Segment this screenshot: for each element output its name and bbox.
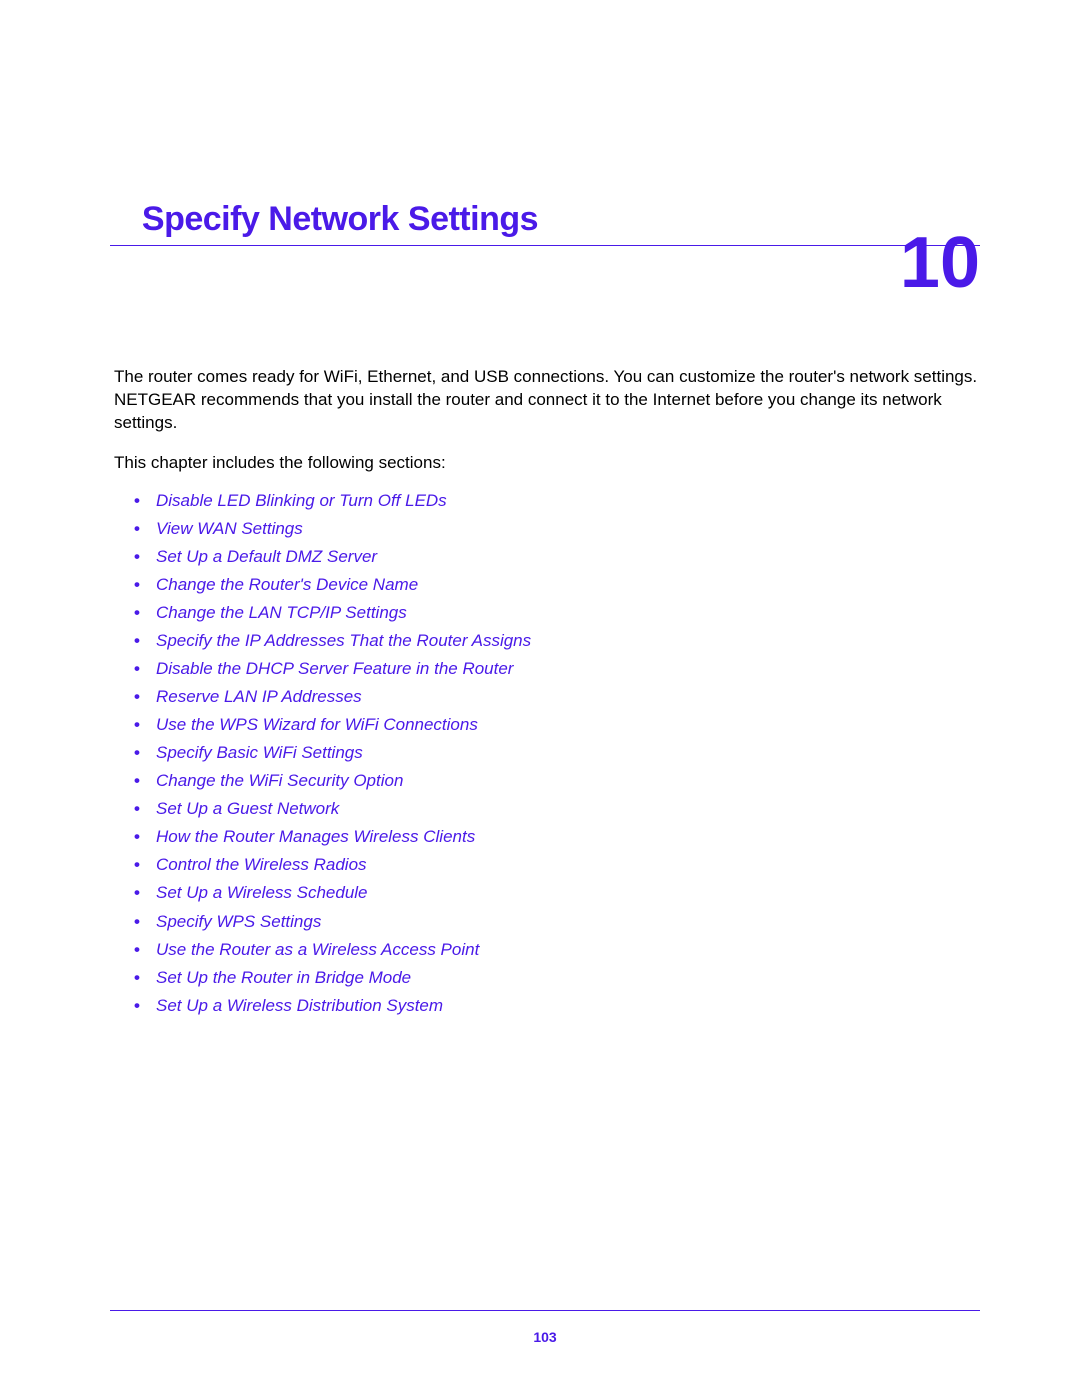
toc-link[interactable]: Change the LAN TCP/IP Settings bbox=[156, 603, 407, 622]
toc-link[interactable]: Change the WiFi Security Option bbox=[156, 771, 403, 790]
chapter-header: 10. Specify Network Settings 10 bbox=[110, 200, 980, 246]
toc-item: Change the WiFi Security Option bbox=[156, 767, 980, 795]
toc-item: Specify Basic WiFi Settings bbox=[156, 739, 980, 767]
toc-item: Specify WPS Settings bbox=[156, 908, 980, 936]
chapter-number: 10 bbox=[900, 245, 980, 281]
toc-item: Set Up a Wireless Distribution System bbox=[156, 992, 980, 1020]
toc-item: Specify the IP Addresses That the Router… bbox=[156, 627, 980, 655]
toc-item: How the Router Manages Wireless Clients bbox=[156, 823, 980, 851]
toc-item: Set Up the Router in Bridge Mode bbox=[156, 964, 980, 992]
page-number: 103 bbox=[533, 1329, 556, 1345]
toc-link[interactable]: Set Up a Guest Network bbox=[156, 799, 339, 818]
toc-link[interactable]: Use the Router as a Wireless Access Poin… bbox=[156, 940, 479, 959]
chapter-title: Specify Network Settings bbox=[142, 200, 538, 238]
toc-link[interactable]: How the Router Manages Wireless Clients bbox=[156, 827, 475, 846]
toc-item: View WAN Settings bbox=[156, 515, 980, 543]
toc-item: Set Up a Default DMZ Server bbox=[156, 543, 980, 571]
page-footer: 103 bbox=[110, 1310, 980, 1347]
toc-link[interactable]: Use the WPS Wizard for WiFi Connections bbox=[156, 715, 478, 734]
toc-item: Set Up a Guest Network bbox=[156, 795, 980, 823]
toc-item: Change the Router's Device Name bbox=[156, 571, 980, 599]
toc-item: Use the Router as a Wireless Access Poin… bbox=[156, 936, 980, 964]
toc-item: Set Up a Wireless Schedule bbox=[156, 879, 980, 907]
toc-item: Reserve LAN IP Addresses bbox=[156, 683, 980, 711]
toc-item: Control the Wireless Radios bbox=[156, 851, 980, 879]
toc-link[interactable]: Set Up a Wireless Distribution System bbox=[156, 996, 443, 1015]
toc-item: Use the WPS Wizard for WiFi Connections bbox=[156, 711, 980, 739]
toc-link[interactable]: Set Up the Router in Bridge Mode bbox=[156, 968, 411, 987]
toc-link[interactable]: Specify WPS Settings bbox=[156, 912, 321, 931]
toc-link[interactable]: View WAN Settings bbox=[156, 519, 303, 538]
toc-link[interactable]: Reserve LAN IP Addresses bbox=[156, 687, 362, 706]
sections-intro: This chapter includes the following sect… bbox=[114, 453, 980, 473]
toc-link[interactable]: Disable the DHCP Server Feature in the R… bbox=[156, 659, 513, 678]
toc-link[interactable]: Set Up a Wireless Schedule bbox=[156, 883, 368, 902]
toc-item: Disable the DHCP Server Feature in the R… bbox=[156, 655, 980, 683]
toc-link[interactable]: Disable LED Blinking or Turn Off LEDs bbox=[156, 491, 447, 510]
intro-paragraph: The router comes ready for WiFi, Etherne… bbox=[114, 366, 980, 435]
toc-link[interactable]: Control the Wireless Radios bbox=[156, 855, 367, 874]
toc-link[interactable]: Specify the IP Addresses That the Router… bbox=[156, 631, 531, 650]
toc-item: Change the LAN TCP/IP Settings bbox=[156, 599, 980, 627]
toc-link[interactable]: Change the Router's Device Name bbox=[156, 575, 418, 594]
toc-link[interactable]: Specify Basic WiFi Settings bbox=[156, 743, 363, 762]
toc-link[interactable]: Set Up a Default DMZ Server bbox=[156, 547, 377, 566]
toc-list: Disable LED Blinking or Turn Off LEDs Vi… bbox=[156, 487, 980, 1020]
toc-item: Disable LED Blinking or Turn Off LEDs bbox=[156, 487, 980, 515]
